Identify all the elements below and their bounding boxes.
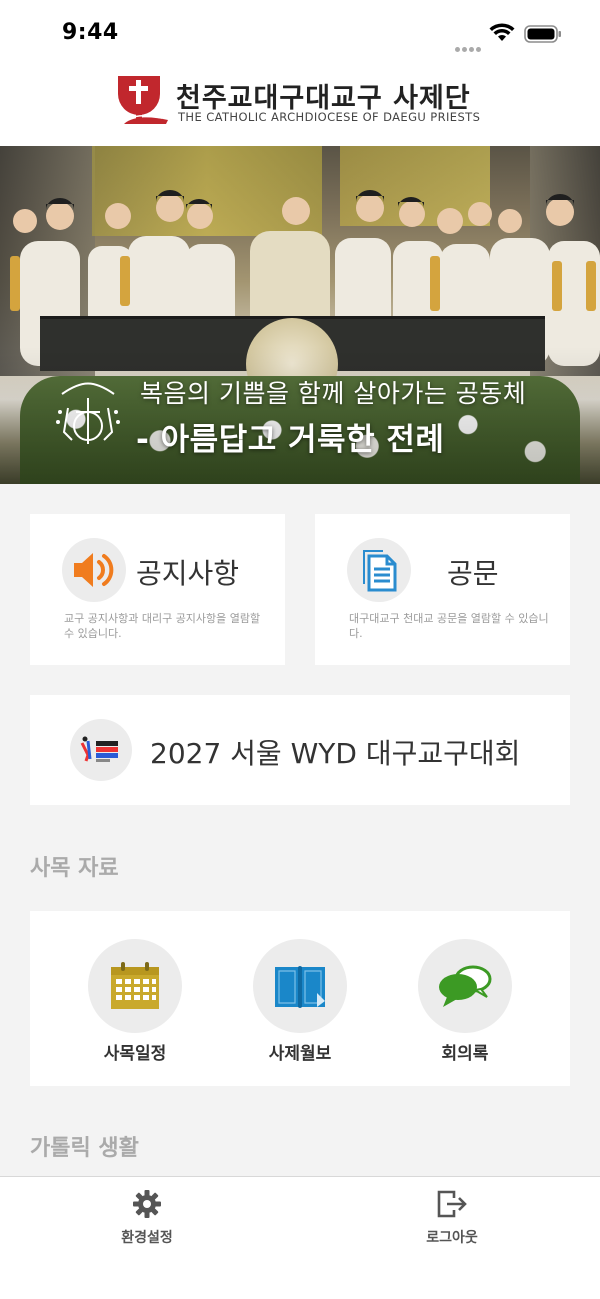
notice-description: 교구 공지사항과 대리구 공지사항을 열람할 수 있습니다. bbox=[64, 612, 261, 640]
wyd-card[interactable]: 2027 서울 WYD 대구교구대회 bbox=[30, 695, 570, 805]
bulletin-label: 사제월보 bbox=[268, 1044, 332, 1064]
battery-icon bbox=[524, 25, 561, 43]
section-title-catholic-life: 가톨릭 생활 bbox=[30, 1136, 139, 1161]
notice-card[interactable]: 공지사항 교구 공지사항과 대리구 공지사항을 열람할 수 있습니다. bbox=[30, 514, 285, 665]
settings-label: 환경설정 bbox=[121, 1230, 173, 1246]
official-description: 대구대교구 천대교 공문을 열람할 수 있습니다. bbox=[349, 612, 549, 640]
status-time: 9:44 bbox=[62, 20, 119, 45]
gear-icon bbox=[133, 1190, 161, 1218]
wifi-icon bbox=[489, 23, 515, 41]
official-icon-circle bbox=[347, 538, 411, 602]
speaker-icon bbox=[74, 553, 114, 587]
archdiocese-emblem-icon bbox=[56, 382, 120, 444]
wyd-icon-circle bbox=[70, 719, 132, 781]
settings-tab[interactable]: 환경설정 bbox=[87, 1189, 207, 1247]
section-title-pastoral: 사목 자료 bbox=[30, 856, 119, 881]
tile-meeting-minutes[interactable]: 회의록 bbox=[418, 939, 512, 1064]
official-documents-card[interactable]: 공문 대구대교구 천대교 공문을 열람할 수 있습니다. bbox=[315, 514, 570, 665]
app-header: 천주교대구대교구 사제단 THE CATHOLIC ARCHDIOCESE OF… bbox=[0, 62, 600, 146]
logout-label: 로그아웃 bbox=[426, 1230, 478, 1246]
hero-banner[interactable]: 복음의 기쁨을 함께 살아가는 공동체 - 아름답고 거룩한 전례 bbox=[0, 146, 600, 484]
app-subtitle: THE CATHOLIC ARCHDIOCESE OF DAEGU PRIEST… bbox=[178, 110, 481, 124]
banner-headline: 복음의 기쁨을 함께 살아가는 공동체 bbox=[140, 379, 527, 408]
minutes-icon-circle bbox=[418, 939, 512, 1033]
tile-pastoral-schedule[interactable]: 사목일정 bbox=[88, 939, 182, 1064]
logout-icon bbox=[437, 1190, 467, 1218]
schedule-label: 사목일정 bbox=[103, 1044, 167, 1064]
calendar-icon bbox=[111, 962, 159, 1009]
official-title: 공문 bbox=[447, 557, 499, 590]
status-bar: 9:44 bbox=[0, 0, 600, 62]
chalice-logo-icon bbox=[118, 76, 168, 124]
wyd-logo-icon bbox=[80, 736, 118, 762]
bottom-tab-bar: 환경설정 로그아웃 bbox=[0, 1176, 600, 1299]
minutes-label: 회의록 bbox=[441, 1044, 489, 1064]
bulletin-icon-circle bbox=[253, 939, 347, 1033]
banner-subheadline: - 아름답고 거룩한 전례 bbox=[136, 422, 445, 458]
signal-icon bbox=[455, 37, 483, 56]
pastoral-resources-card: 사목일정 사제월보 회의록 bbox=[30, 911, 570, 1086]
schedule-icon-circle bbox=[88, 939, 182, 1033]
notice-icon-circle bbox=[62, 538, 126, 602]
tile-priest-bulletin[interactable]: 사제월보 bbox=[253, 939, 347, 1064]
notice-title: 공지사항 bbox=[136, 557, 240, 590]
wyd-title: 2027 서울 WYD 대구교구대회 bbox=[150, 737, 521, 770]
logout-tab[interactable]: 로그아웃 bbox=[392, 1189, 512, 1247]
documents-icon bbox=[363, 550, 397, 592]
chat-icon bbox=[439, 965, 492, 1007]
book-icon bbox=[275, 966, 325, 1008]
